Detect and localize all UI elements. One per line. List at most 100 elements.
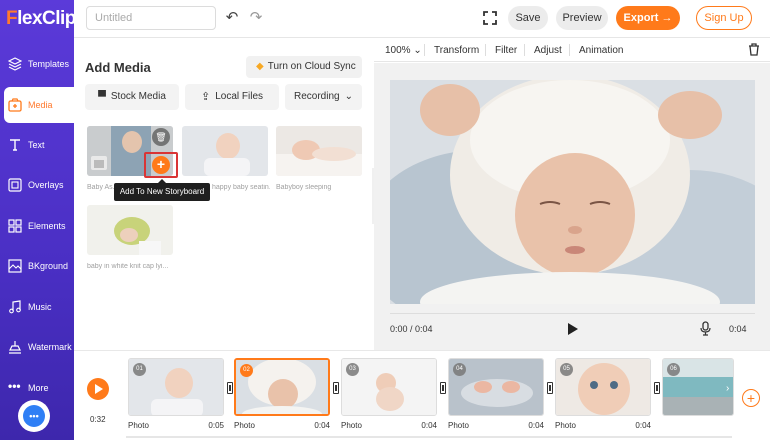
sidebar-item-label: Media (28, 100, 53, 110)
play-icon[interactable] (567, 322, 579, 336)
undo-icon[interactable]: ↶ (224, 10, 240, 26)
media-thumbnail[interactable] (182, 126, 268, 176)
media-icon (8, 98, 22, 112)
filter-button[interactable]: Filter (495, 45, 517, 56)
sidebar-item-text[interactable]: Text (0, 127, 74, 163)
chevron-down-icon: ⌄ (410, 45, 422, 56)
sidebar-item-label: BKground (28, 261, 69, 271)
save-button[interactable]: Save (508, 6, 548, 30)
add-scene-button[interactable]: + (742, 389, 760, 407)
animation-button[interactable]: Animation (579, 45, 623, 56)
export-button[interactable]: Export → (616, 6, 680, 30)
separator (485, 44, 486, 56)
playback-scrubber[interactable] (390, 313, 755, 314)
media-label: baby in white knit cap lyi... (87, 263, 169, 270)
stock-media-button[interactable]: ▀ Stock Media (85, 84, 179, 110)
redo-icon[interactable]: ↷ (248, 10, 264, 26)
cloud-sync-button[interactable]: ◆ Turn on Cloud Sync (246, 56, 362, 78)
baby-photo-image (87, 205, 173, 255)
top-bar: ↶ ↷ Save Preview Export → Sign Up (74, 0, 770, 38)
music-icon (9, 300, 21, 314)
baby-photo-image (182, 126, 268, 176)
delete-icon[interactable]: 🗑 (152, 128, 170, 146)
store-icon: ▀ (98, 91, 106, 103)
transition-button[interactable] (227, 382, 233, 394)
sidebar: FlexClip Templates Media Text Overlays E… (0, 0, 76, 440)
clip-number: 06 (667, 363, 680, 376)
storyboard-clip-selected[interactable]: 02 (234, 358, 330, 416)
upload-icon: ⇪ (200, 91, 211, 103)
clip-label: Photo (128, 421, 149, 430)
sidebar-item-templates[interactable]: Templates (0, 46, 74, 82)
storyboard-clip[interactable]: 04 (448, 358, 544, 416)
clip-label: Photo (234, 421, 255, 430)
sidebar-item-bkground[interactable]: BKground (0, 248, 74, 284)
microphone-icon[interactable] (700, 321, 711, 336)
baby-photo-image (390, 80, 755, 304)
local-files-button[interactable]: ⇪ Local Files (185, 84, 279, 110)
sidebar-item-overlays[interactable]: Overlays (0, 167, 74, 203)
sign-up-button[interactable]: Sign Up (696, 6, 752, 30)
clip-label: Photo (555, 421, 576, 430)
media-thumbnail[interactable] (87, 205, 173, 255)
chat-support-button[interactable]: ••• (18, 400, 50, 432)
fullscreen-icon[interactable] (482, 10, 498, 26)
transform-button[interactable]: Transform (434, 45, 479, 56)
sidebar-item-label: Templates (28, 59, 70, 69)
storyboard-clip[interactable]: 03 (341, 358, 437, 416)
clip-duration: 0:04 (528, 421, 544, 430)
clip-number: 02 (240, 364, 253, 377)
sidebar-item-label: Watermark (28, 342, 72, 352)
recording-dropdown[interactable]: Recording ⌄ (285, 84, 362, 110)
sidebar-item-label: Elements (28, 221, 66, 231)
transition-button[interactable] (440, 382, 446, 394)
transition-button[interactable] (654, 382, 660, 394)
project-title-input[interactable] (86, 6, 216, 30)
play-all-button[interactable] (87, 378, 109, 400)
sidebar-item-music[interactable]: Music (0, 289, 74, 325)
flexclip-logo[interactable]: FlexClip (6, 8, 76, 30)
timeline-scrollbar[interactable] (126, 436, 732, 438)
more-icon: ••• (8, 379, 21, 393)
baby-photo-image (276, 126, 362, 176)
transition-button[interactable] (333, 382, 339, 394)
clip-duration: 0:04 (635, 421, 651, 430)
video-preview[interactable] (390, 80, 755, 304)
sidebar-item-watermark[interactable]: Watermark (0, 329, 74, 365)
clip-label: Photo (448, 421, 469, 430)
separator (569, 44, 570, 56)
storyboard-clip[interactable]: 05 (555, 358, 651, 416)
chevron-right-icon[interactable]: › (726, 383, 729, 394)
separator (524, 44, 525, 56)
elements-icon (8, 219, 22, 233)
separator (424, 44, 425, 56)
storyboard-clip[interactable]: 06 (662, 358, 734, 416)
panel-title: Add Media (85, 60, 151, 75)
layers-icon (8, 57, 22, 71)
sidebar-item-label: Text (28, 140, 45, 150)
sidebar-item-media[interactable]: Media (4, 87, 74, 123)
storyboard-clip[interactable]: 01 (128, 358, 224, 416)
clip-label: Photo (341, 421, 362, 430)
text-icon (10, 139, 20, 151)
clip-number: 01 (133, 363, 146, 376)
sidebar-item-elements[interactable]: Elements (0, 208, 74, 244)
media-label: Babyboy sleeping (276, 184, 332, 191)
chevron-down-icon: ⌄ (344, 91, 353, 102)
background-icon (8, 259, 22, 273)
media-thumbnail[interactable] (276, 126, 362, 176)
tooltip: Add To New Storyboard (114, 179, 210, 201)
diamond-icon: ◆ (256, 61, 264, 72)
adjust-button[interactable]: Adjust (534, 45, 562, 56)
duration-display: 0:04 (729, 324, 747, 334)
watermark-icon (9, 341, 21, 354)
clip-duration: 0:04 (421, 421, 437, 430)
trash-icon[interactable] (748, 43, 760, 56)
sidebar-item-label: Overlays (28, 180, 64, 190)
clip-number: 04 (453, 363, 466, 376)
add-to-storyboard-button[interactable]: + (152, 156, 170, 174)
clip-duration: 0:04 (314, 421, 330, 430)
preview-button[interactable]: Preview (556, 6, 608, 30)
zoom-dropdown[interactable]: 100% ⌄ (385, 45, 422, 56)
transition-button[interactable] (547, 382, 553, 394)
